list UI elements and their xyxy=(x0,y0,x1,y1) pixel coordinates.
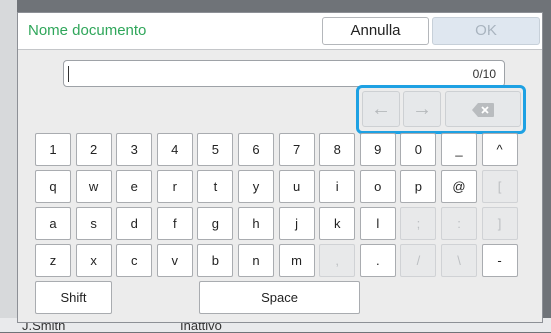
background-left-edge xyxy=(0,0,17,332)
key-row2-2[interactable]: e xyxy=(116,170,153,203)
dialog-titlebar: Nome documento Annulla OK xyxy=(18,13,542,50)
key-row1-4[interactable]: 5 xyxy=(197,133,234,166)
key-row3-10[interactable]: : xyxy=(441,207,477,240)
key-row3-0[interactable]: a xyxy=(35,207,71,240)
key-row1-8[interactable]: 9 xyxy=(359,133,396,166)
key-row3-1[interactable]: s xyxy=(75,207,112,240)
key-row1-1[interactable]: 2 xyxy=(75,133,112,166)
text-caret xyxy=(68,66,69,82)
key-row1-0[interactable]: 1 xyxy=(35,133,71,166)
backspace-icon xyxy=(472,102,494,117)
key-row1-7[interactable]: 8 xyxy=(319,133,356,166)
cursor-right-button[interactable]: → xyxy=(403,91,441,127)
key-row3-7[interactable]: k xyxy=(319,207,356,240)
key-row2-11[interactable]: [ xyxy=(481,170,518,203)
key-row2-0[interactable]: q xyxy=(35,170,71,203)
key-row4-3[interactable]: v xyxy=(156,244,193,277)
key-row4-5[interactable]: n xyxy=(238,244,274,277)
key-row1-9[interactable]: 0 xyxy=(400,133,437,166)
space-key[interactable]: Space xyxy=(199,281,360,314)
arrow-left-icon: ← xyxy=(371,98,391,120)
key-row2-4[interactable]: t xyxy=(197,170,234,203)
key-row2-7[interactable]: i xyxy=(319,170,356,203)
key-row3-2[interactable]: d xyxy=(116,207,153,240)
cancel-button[interactable]: Annulla xyxy=(322,17,429,45)
backspace-button[interactable] xyxy=(445,91,521,127)
key-row1-3[interactable]: 4 xyxy=(156,133,193,166)
arrow-right-icon: → xyxy=(412,98,432,120)
key-row2-9[interactable]: p xyxy=(400,170,437,203)
document-name-input[interactable]: 0/10 xyxy=(63,60,505,87)
key-row3-6[interactable]: j xyxy=(278,207,315,240)
key-row1-2[interactable]: 3 xyxy=(116,133,153,166)
key-row2-8[interactable]: o xyxy=(359,170,396,203)
key-row4-1[interactable]: x xyxy=(75,244,112,277)
dialog-title: Nome documento xyxy=(28,22,147,39)
key-row4-0[interactable]: z xyxy=(35,244,71,277)
shift-key[interactable]: Shift xyxy=(35,281,112,314)
ok-button[interactable]: OK xyxy=(432,17,540,45)
key-row2-10[interactable]: @ xyxy=(441,170,477,203)
keyboard-dialog: Nome documento Annulla OK 0/10 ← → 12345… xyxy=(17,12,543,323)
key-row3-11[interactable]: ] xyxy=(481,207,518,240)
key-row3-5[interactable]: h xyxy=(238,207,274,240)
key-row1-5[interactable]: 6 xyxy=(238,133,274,166)
character-counter: 0/10 xyxy=(472,67,496,81)
key-row4-8[interactable]: . xyxy=(359,244,396,277)
key-row2-1[interactable]: w xyxy=(75,170,112,203)
key-row3-3[interactable]: f xyxy=(156,207,193,240)
key-row2-6[interactable]: u xyxy=(278,170,315,203)
key-row4-2[interactable]: c xyxy=(116,244,153,277)
key-row4-6[interactable]: m xyxy=(278,244,315,277)
key-row4-7[interactable]: , xyxy=(319,244,356,277)
key-row2-5[interactable]: y xyxy=(238,170,274,203)
key-row3-9[interactable]: ; xyxy=(400,207,437,240)
key-row3-8[interactable]: l xyxy=(359,207,396,240)
key-row1-11[interactable]: ^ xyxy=(481,133,518,166)
key-row4-4[interactable]: b xyxy=(197,244,234,277)
key-row3-4[interactable]: g xyxy=(197,207,234,240)
key-row4-11[interactable]: - xyxy=(481,244,518,277)
key-row4-9[interactable]: / xyxy=(400,244,437,277)
key-row1-10[interactable]: _ xyxy=(441,133,477,166)
cursor-left-button[interactable]: ← xyxy=(362,91,400,127)
key-row1-6[interactable]: 7 xyxy=(278,133,315,166)
key-row4-10[interactable]: \ xyxy=(441,244,477,277)
key-row2-3[interactable]: r xyxy=(156,170,193,203)
